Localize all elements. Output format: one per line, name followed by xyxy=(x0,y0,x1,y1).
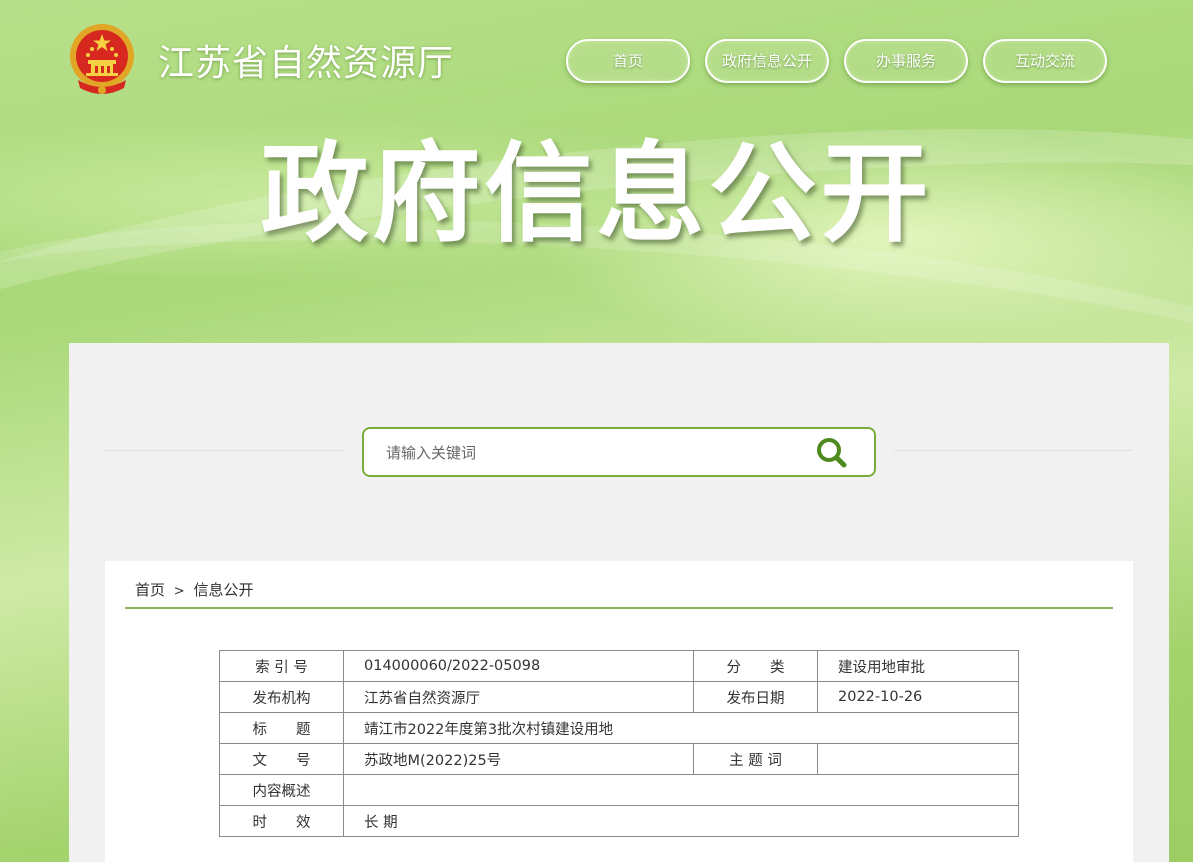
breadcrumb-divider xyxy=(125,607,1113,609)
breadcrumb-home[interactable]: 首页 xyxy=(135,581,165,599)
nav-services[interactable]: 办事服务 xyxy=(844,39,968,83)
validity-value: 长 期 xyxy=(343,805,1019,837)
summary-label: 内容概述 xyxy=(219,774,344,806)
content-area: 首页 > 信息公开 索 引 号 014000060/2022-05098 分 类… xyxy=(105,561,1133,862)
breadcrumb-current[interactable]: 信息公开 xyxy=(193,581,253,599)
search-box xyxy=(362,427,876,477)
date-label: 发布日期 xyxy=(693,681,818,713)
subject-value xyxy=(817,743,1019,775)
main-panel: 首页 > 信息公开 索 引 号 014000060/2022-05098 分 类… xyxy=(69,343,1169,862)
subject-label: 主 题 词 xyxy=(693,743,818,775)
docno-label: 文 号 xyxy=(219,743,344,775)
title-value: 靖江市2022年度第3批次村镇建设用地 xyxy=(343,712,1019,744)
category-label: 分 类 xyxy=(693,650,818,682)
document-meta-table: 索 引 号 014000060/2022-05098 分 类 建设用地审批 发布… xyxy=(219,650,1019,837)
index-value: 014000060/2022-05098 xyxy=(343,650,694,682)
publisher-value: 江苏省自然资源厅 xyxy=(343,681,694,713)
title-label: 标 题 xyxy=(219,712,344,744)
publisher-label: 发布机构 xyxy=(219,681,344,713)
nav-home[interactable]: 首页 xyxy=(566,39,690,83)
docno-value: 苏政地M(2022)25号 xyxy=(343,743,694,775)
divider xyxy=(105,450,345,451)
nav-gov-info[interactable]: 政府信息公开 xyxy=(705,39,829,83)
divider xyxy=(894,450,1133,451)
search-icon[interactable] xyxy=(812,435,852,471)
date-value: 2022-10-26 xyxy=(817,681,1019,713)
table-row: 标 题 靖江市2022年度第3批次村镇建设用地 xyxy=(219,712,1019,744)
site-title[interactable]: 江苏省自然资源厅 xyxy=(158,34,454,86)
table-row: 时 效 长 期 xyxy=(219,805,1019,837)
summary-value xyxy=(343,774,1019,806)
search-input[interactable] xyxy=(384,439,788,467)
validity-label: 时 效 xyxy=(219,805,344,837)
nav-interaction[interactable]: 互动交流 xyxy=(983,39,1107,83)
table-row: 索 引 号 014000060/2022-05098 分 类 建设用地审批 xyxy=(219,650,1019,682)
index-label: 索 引 号 xyxy=(219,650,344,682)
table-row: 发布机构 江苏省自然资源厅 发布日期 2022-10-26 xyxy=(219,681,1019,713)
table-row: 内容概述 xyxy=(219,774,1019,806)
national-emblem-icon[interactable] xyxy=(68,22,136,98)
category-value: 建设用地审批 xyxy=(817,650,1019,682)
banner-title: 政府信息公开 xyxy=(260,132,933,257)
table-row: 文 号 苏政地M(2022)25号 主 题 词 xyxy=(219,743,1019,775)
breadcrumb: 首页 > 信息公开 xyxy=(135,579,254,600)
breadcrumb-separator: > xyxy=(173,584,185,599)
